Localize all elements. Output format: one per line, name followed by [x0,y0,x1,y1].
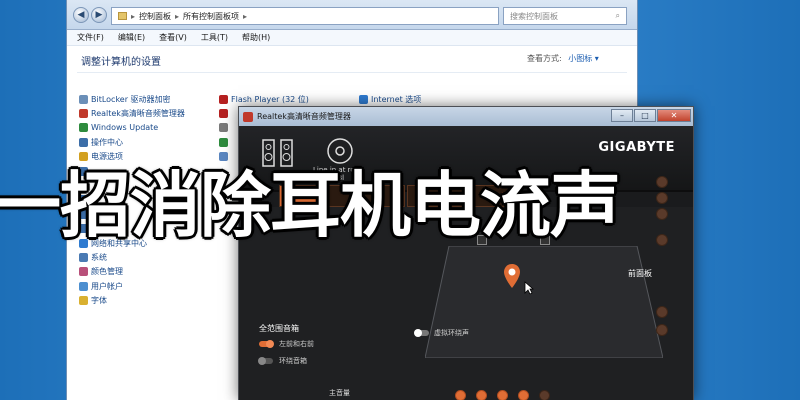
volume-knob[interactable] [518,390,529,400]
search-placeholder: 搜索控制面板 [510,11,558,21]
back-button[interactable]: ◀ [73,7,89,23]
control-panel-item-label: Flash Player (32 位) [231,94,309,104]
menu-tools[interactable]: 工具(T) [201,32,228,43]
front-jack-dot[interactable] [656,324,668,336]
front-lr-toggle[interactable] [259,340,274,348]
rear-jack-dot[interactable] [656,176,668,188]
control-panel-item[interactable]: Realtek高清晰音频管理器 [79,106,185,120]
control-panel-item-label: Windows Update [91,123,159,133]
virtual-surround-toggle[interactable] [414,329,429,337]
virtual-surround-row[interactable]: 虚拟环绕声 [414,328,469,338]
front-lr-toggle-row[interactable]: 左前和右前 [259,339,314,349]
menu-file[interactable]: 文件(F) [77,32,104,43]
control-panel-item[interactable]: BitLocker 驱动器加密 [79,92,185,106]
rear-jack-dot[interactable] [656,208,668,220]
control-panel-item-label: 系统 [91,252,107,262]
close-button[interactable]: ✕ [657,109,691,122]
control-panel-item[interactable]: 颜色管理 [79,265,185,279]
control-panel-item[interactable]: Windows Update [79,121,185,135]
control-panel-item[interactable]: 用户帐户 [79,279,185,293]
control-panel-item-icon [79,296,88,306]
control-panel-item-icon [79,252,88,262]
control-panel-item[interactable]: Internet 选项 [359,92,421,106]
control-panel-item-icon [79,152,88,162]
control-panel-item-label: Realtek高清晰音频管理器 [91,109,185,119]
divider [77,72,627,73]
control-panel-item[interactable]: Flash Player (32 位) [219,92,309,106]
front-lr-label: 左前和右前 [279,340,314,348]
volume-knob[interactable] [539,390,550,400]
menu-view[interactable]: 查看(V) [159,32,187,43]
rear-jack-dot[interactable] [656,234,668,246]
forward-button[interactable]: ▶ [91,7,107,23]
control-panel-item-label: 电源选项 [91,152,123,162]
control-panel-item-icon [79,94,88,104]
control-panel-item-label: 用户帐户 [91,281,123,291]
front-panel-label: 前面板 [628,269,652,278]
maximize-button[interactable]: □ [634,109,656,122]
control-panel-item[interactable]: 操作中心 [79,135,185,149]
volume-knob[interactable] [455,390,466,400]
room-floor-diagram [425,246,663,358]
control-panel-item-label: 颜色管理 [91,267,123,277]
mouse-cursor-icon [524,281,534,295]
realtek-window-title: Realtek高清晰音频管理器 [257,112,351,121]
control-panel-item-icon [79,109,88,119]
menu-bar: 文件(F) 编辑(E) 查看(V) 工具(T) 帮助(H) [67,30,637,46]
menu-edit[interactable]: 编辑(E) [118,32,145,43]
rear-jack-dot[interactable] [656,192,668,204]
realtek-window: Realtek高清晰音频管理器 – □ ✕ Line in at rear pa… [238,106,694,400]
folder-icon [118,12,127,20]
menu-help[interactable]: 帮助(H) [242,32,270,43]
control-panel-item-label: 字体 [91,296,107,306]
window-controls: – □ ✕ [611,109,691,122]
page-title: 调整计算机的设置 [81,57,161,68]
video-title-banner: 一招消除耳机电流声 [0,164,621,247]
control-panel-item-icon [219,109,228,119]
address-box[interactable]: ▸ 控制面板 ▸ 所有控制面板项 ▸ [111,7,499,25]
view-by-label: 查看方式: [527,54,562,63]
breadcrumb-item[interactable]: 所有控制面板项 [183,11,239,22]
virtual-surround-label: 虚拟环绕声 [434,329,469,337]
control-panel-item-icon [79,267,88,277]
address-bar-area: ◀ ▶ ▸ 控制面板 ▸ 所有控制面板项 ▸ 搜索控制面板 ⌕ [67,0,637,30]
control-panel-item-icon [359,94,368,104]
control-panel-item-icon [79,137,88,147]
view-by: 查看方式: 小图标 ▾ [527,53,599,64]
surround-label: 环绕音箱 [279,357,307,365]
control-panel-item-icon [219,152,228,162]
realtek-icon [243,111,253,122]
full-range-speakers-label: 全范围音箱 [259,324,299,333]
listener-position-icon[interactable] [503,263,521,289]
control-panel-column-3: Internet 选项 [359,92,421,106]
minimize-button[interactable]: – [611,109,633,122]
volume-knob[interactable] [497,390,508,400]
control-panel-item-icon [79,281,88,291]
main-volume-label: 主音量 [329,389,350,397]
control-panel-item-label: BitLocker 驱动器加密 [91,94,171,104]
volume-knobs [455,390,550,400]
view-by-dropdown[interactable]: 小图标 ▾ [568,54,599,63]
search-input[interactable]: 搜索控制面板 ⌕ [503,7,627,25]
gigabyte-logo: GIGABYTE [598,140,675,155]
search-icon: ⌕ [615,11,620,20]
control-panel-item-icon [219,94,228,104]
control-panel-item[interactable]: 字体 [79,293,185,307]
control-panel-item-icon [219,123,228,133]
breadcrumb-item[interactable]: 控制面板 [139,11,171,22]
control-panel-item-label: Internet 选项 [371,94,422,104]
surround-toggle-row[interactable]: 环绕音箱 [258,356,307,366]
control-panel-item-icon [219,137,228,147]
volume-knob[interactable] [476,390,487,400]
front-jack-dot[interactable] [656,306,668,318]
control-panel-item[interactable]: 系统 [79,250,185,264]
control-panel-item-icon [79,123,88,133]
surround-toggle[interactable] [258,357,273,365]
control-panel-item-label: 操作中心 [91,137,123,147]
